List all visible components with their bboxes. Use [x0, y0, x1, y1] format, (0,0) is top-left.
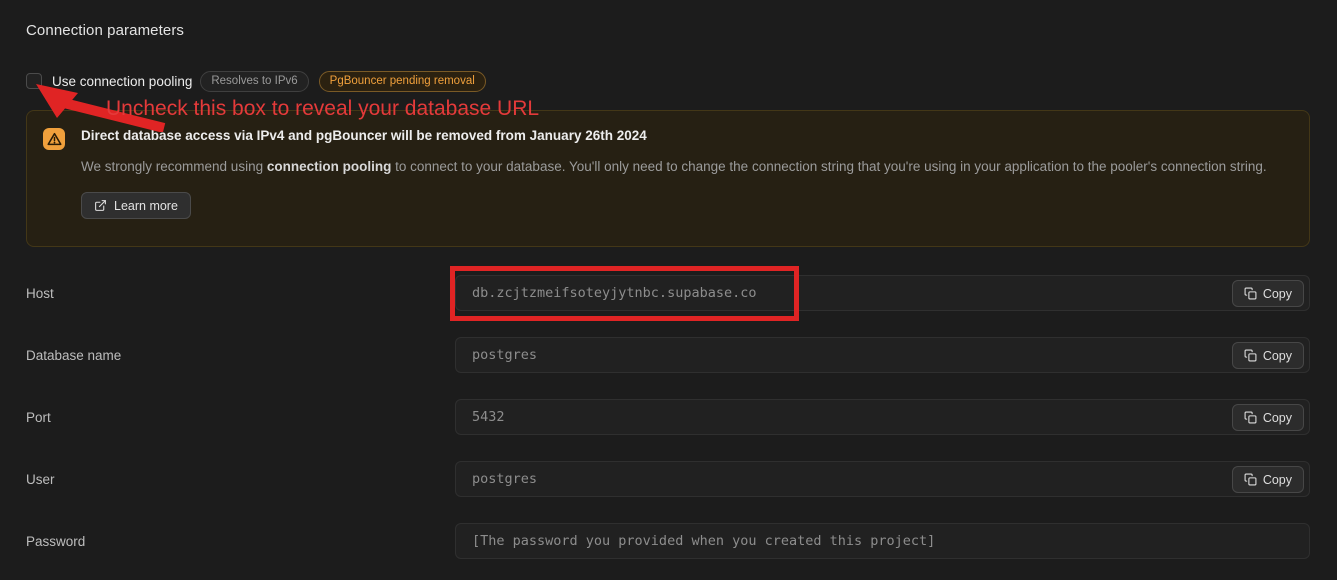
external-link-icon: [94, 199, 107, 212]
copy-label: Copy: [1263, 411, 1292, 425]
learn-more-label: Learn more: [114, 199, 178, 213]
copy-icon: [1244, 287, 1257, 300]
banner-body-bold: connection pooling: [267, 159, 392, 174]
warning-banner-content: Direct database access via IPv4 and pgBo…: [81, 128, 1293, 219]
warning-banner-body: We strongly recommend using connection p…: [81, 154, 1291, 179]
password-label: Password: [26, 534, 455, 549]
host-value: db.zcjtzmeifsoteyjytnbc.supabase.co: [472, 285, 756, 301]
copy-icon: [1244, 411, 1257, 424]
user-copy-button[interactable]: Copy: [1232, 466, 1304, 493]
host-copy-button[interactable]: Copy: [1232, 280, 1304, 307]
port-copy-button[interactable]: Copy: [1232, 404, 1304, 431]
password-value: [The password you provided when you crea…: [472, 533, 935, 549]
port-row: Port 5432 Copy: [26, 399, 1310, 435]
user-input[interactable]: postgres Copy: [455, 461, 1310, 497]
host-row: Host db.zcjtzmeifsoteyjytnbc.supabase.co…: [26, 275, 1310, 311]
database-name-value: postgres: [472, 347, 537, 363]
page-title: Connection parameters: [26, 22, 1310, 39]
database-name-row: Database name postgres Copy: [26, 337, 1310, 373]
password-row: Password [The password you provided when…: [26, 523, 1310, 559]
host-label: Host: [26, 286, 455, 301]
database-name-copy-button[interactable]: Copy: [1232, 342, 1304, 369]
copy-icon: [1244, 473, 1257, 486]
user-row: User postgres Copy: [26, 461, 1310, 497]
banner-body-suffix: to connect to your database. You'll only…: [391, 159, 1266, 174]
database-name-label: Database name: [26, 348, 455, 363]
copy-icon: [1244, 349, 1257, 362]
user-value: postgres: [472, 471, 537, 487]
port-value: 5432: [472, 409, 505, 425]
parameters-form: Host db.zcjtzmeifsoteyjytnbc.supabase.co…: [26, 275, 1310, 559]
port-label: Port: [26, 410, 455, 425]
copy-label: Copy: [1263, 287, 1292, 301]
user-label: User: [26, 472, 455, 487]
warning-banner: Direct database access via IPv4 and pgBo…: [26, 110, 1310, 247]
connection-pooling-row: Use connection pooling Resolves to IPv6 …: [26, 72, 1310, 90]
connection-parameters-panel: Connection parameters Use connection poo…: [0, 0, 1337, 559]
host-input[interactable]: db.zcjtzmeifsoteyjytnbc.supabase.co Copy: [455, 275, 1310, 311]
resolves-to-ipv6-badge: Resolves to IPv6: [200, 71, 308, 92]
pgbouncer-pending-removal-badge: PgBouncer pending removal: [319, 71, 486, 92]
learn-more-button[interactable]: Learn more: [81, 192, 191, 219]
database-name-input[interactable]: postgres Copy: [455, 337, 1310, 373]
copy-label: Copy: [1263, 349, 1292, 363]
banner-body-prefix: We strongly recommend using: [81, 159, 267, 174]
copy-label: Copy: [1263, 473, 1292, 487]
annotation-text: Uncheck this box to reveal your database…: [106, 97, 539, 121]
warning-banner-title: Direct database access via IPv4 and pgBo…: [81, 128, 1293, 143]
password-input[interactable]: [The password you provided when you crea…: [455, 523, 1310, 559]
port-input[interactable]: 5432 Copy: [455, 399, 1310, 435]
